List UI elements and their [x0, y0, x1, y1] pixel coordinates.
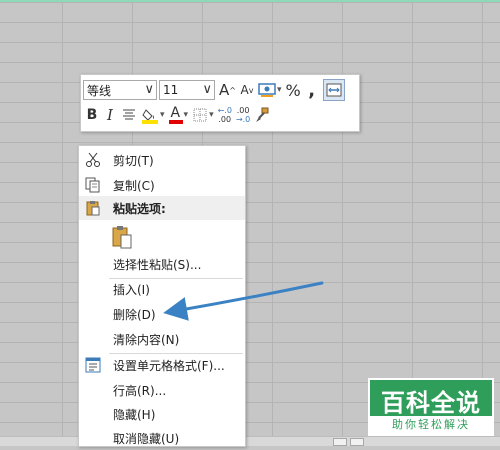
watermark-logo: 百科全说 助你轻松解决 [368, 378, 494, 436]
watermark-title: 百科全说 [381, 389, 481, 417]
arrow-line-icon [163, 281, 324, 321]
watermark-subtitle: 助你轻松解决 [370, 416, 492, 434]
